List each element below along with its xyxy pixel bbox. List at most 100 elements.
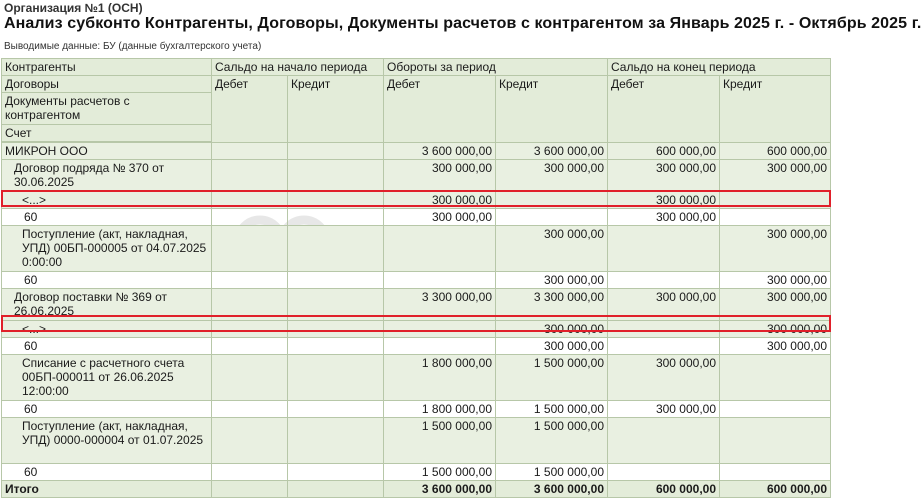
table-row[interactable]: Договор поставки № 369 от 26.06.2025 3 3… <box>1 288 831 321</box>
header-opening-credit: Кредит <box>287 75 384 143</box>
total-opening-credit <box>287 480 384 498</box>
header-opening-balance: Сальдо на начало периода <box>211 58 384 76</box>
header-opening-debit: Дебет <box>211 75 288 143</box>
cell-opening-credit <box>287 142 384 160</box>
cell-closing-debit <box>607 271 720 289</box>
cell-turnover-credit: 300 000,00 <box>495 225 608 272</box>
cell-turnover-debit: 300 000,00 <box>383 191 496 209</box>
cell-closing-debit <box>607 320 720 338</box>
cell-closing-credit: 300 000,00 <box>719 337 831 355</box>
total-turnover-credit: 3 600 000,00 <box>495 480 608 498</box>
row-name: 60 <box>1 337 212 355</box>
table-row[interactable]: 60 1 500 000,00 1 500 000,00 <box>1 463 831 481</box>
cell-opening-debit <box>211 417 288 464</box>
cell-closing-debit: 600 000,00 <box>607 142 720 160</box>
table-row[interactable]: 60 300 000,00 300 000,00 <box>1 208 831 226</box>
cell-turnover-debit: 1 800 000,00 <box>383 354 496 401</box>
cell-opening-credit <box>287 400 384 418</box>
table-row[interactable]: <...> 300 000,00 300 000,00 <box>1 191 831 209</box>
cell-turnover-debit <box>383 320 496 338</box>
cell-opening-debit <box>211 400 288 418</box>
table-row[interactable]: МИКРОН ООО 3 600 000,00 3 600 000,00 600… <box>1 142 831 160</box>
cell-turnover-debit: 1 500 000,00 <box>383 463 496 481</box>
cell-closing-credit <box>719 463 831 481</box>
cell-opening-credit <box>287 354 384 401</box>
cell-closing-credit: 300 000,00 <box>719 225 831 272</box>
cell-opening-credit <box>287 271 384 289</box>
cell-closing-debit <box>607 337 720 355</box>
cell-turnover-debit: 3 300 000,00 <box>383 288 496 321</box>
cell-turnover-credit: 3 300 000,00 <box>495 288 608 321</box>
cell-closing-debit: 300 000,00 <box>607 208 720 226</box>
cell-turnover-debit <box>383 225 496 272</box>
cell-turnover-debit: 300 000,00 <box>383 208 496 226</box>
cell-opening-debit <box>211 208 288 226</box>
cell-turnover-credit: 3 600 000,00 <box>495 142 608 160</box>
report-title: Анализ субконто Контрагенты, Договоры, Д… <box>4 15 922 32</box>
table-row[interactable]: <...> 300 000,00 300 000,00 <box>1 320 831 338</box>
header-closing-debit: Дебет <box>607 75 720 143</box>
cell-opening-debit <box>211 271 288 289</box>
row-name: 60 <box>1 271 212 289</box>
total-closing-credit: 600 000,00 <box>719 480 831 498</box>
cell-opening-debit <box>211 320 288 338</box>
header-dim-counterparties[interactable]: Контрагенты <box>1 58 212 76</box>
cell-opening-credit <box>287 225 384 272</box>
cell-closing-debit <box>607 417 720 464</box>
cell-turnover-debit: 3 600 000,00 <box>383 142 496 160</box>
cell-opening-debit <box>211 288 288 321</box>
cell-opening-credit <box>287 463 384 481</box>
header-dim-settlement-docs[interactable]: Документы расчетов с контрагентом <box>1 92 212 125</box>
cell-turnover-credit: 1 500 000,00 <box>495 354 608 401</box>
cell-opening-credit <box>287 288 384 321</box>
row-name: 60 <box>1 400 212 418</box>
cell-opening-debit <box>211 463 288 481</box>
cell-turnover-debit: 300 000,00 <box>383 159 496 192</box>
table-row[interactable]: Поступление (акт, накладная, УПД) 0000-0… <box>1 417 831 464</box>
header-turnover-credit: Кредит <box>495 75 608 143</box>
table-row[interactable]: Списание с расчетного счета 00БП-000011 … <box>1 354 831 401</box>
row-name: Поступление (акт, накладная, УПД) 00БП-0… <box>1 225 212 272</box>
report-table: Контрагенты Сальдо на начало периода Обо… <box>1 58 831 498</box>
cell-closing-debit: 300 000,00 <box>607 191 720 209</box>
cell-closing-credit: 300 000,00 <box>719 320 831 338</box>
cell-closing-debit: 300 000,00 <box>607 400 720 418</box>
header-dim-account[interactable]: Счет <box>1 124 212 142</box>
cell-closing-credit: 600 000,00 <box>719 142 831 160</box>
cell-closing-debit: 300 000,00 <box>607 354 720 401</box>
header-closing-balance: Сальдо на конец периода <box>607 58 831 76</box>
cell-closing-credit <box>719 208 831 226</box>
cell-opening-debit <box>211 337 288 355</box>
organization-label: Организация №1 (ОСН) <box>4 1 143 15</box>
row-name: Списание с расчетного счета 00БП-000011 … <box>1 354 212 401</box>
cell-turnover-credit: 300 000,00 <box>495 271 608 289</box>
row-name: 60 <box>1 463 212 481</box>
cell-turnover-credit <box>495 191 608 209</box>
row-name: <...> <box>1 320 212 338</box>
row-name: <...> <box>1 191 212 209</box>
header-dim-contracts[interactable]: Договоры <box>1 75 212 93</box>
table-row[interactable]: Договор подряда № 370 от 30.06.2025 300 … <box>1 159 831 192</box>
table-row[interactable]: 60 300 000,00 300 000,00 <box>1 337 831 355</box>
total-turnover-debit: 3 600 000,00 <box>383 480 496 498</box>
cell-closing-credit: 300 000,00 <box>719 159 831 192</box>
cell-closing-credit <box>719 417 831 464</box>
cell-turnover-debit <box>383 337 496 355</box>
cell-opening-debit <box>211 159 288 192</box>
cell-turnover-debit <box>383 271 496 289</box>
total-row[interactable]: Итого 3 600 000,00 3 600 000,00 600 000,… <box>1 480 831 498</box>
cell-opening-credit <box>287 208 384 226</box>
cell-opening-credit <box>287 320 384 338</box>
total-closing-debit: 600 000,00 <box>607 480 720 498</box>
header-row-2: Договоры Дебет Кредит Дебет Кредит Дебет… <box>1 75 831 143</box>
cell-opening-credit <box>287 417 384 464</box>
row-name: Договор поставки № 369 от 26.06.2025 <box>1 288 212 321</box>
table-row[interactable]: 60 300 000,00 300 000,00 <box>1 271 831 289</box>
cell-closing-credit <box>719 400 831 418</box>
cell-turnover-debit: 1 500 000,00 <box>383 417 496 464</box>
table-row[interactable]: 60 1 800 000,00 1 500 000,00 300 000,00 <box>1 400 831 418</box>
cell-opening-debit <box>211 225 288 272</box>
header-turnover: Обороты за период <box>383 58 608 76</box>
table-row[interactable]: Поступление (акт, накладная, УПД) 00БП-0… <box>1 225 831 272</box>
cell-turnover-debit: 1 800 000,00 <box>383 400 496 418</box>
